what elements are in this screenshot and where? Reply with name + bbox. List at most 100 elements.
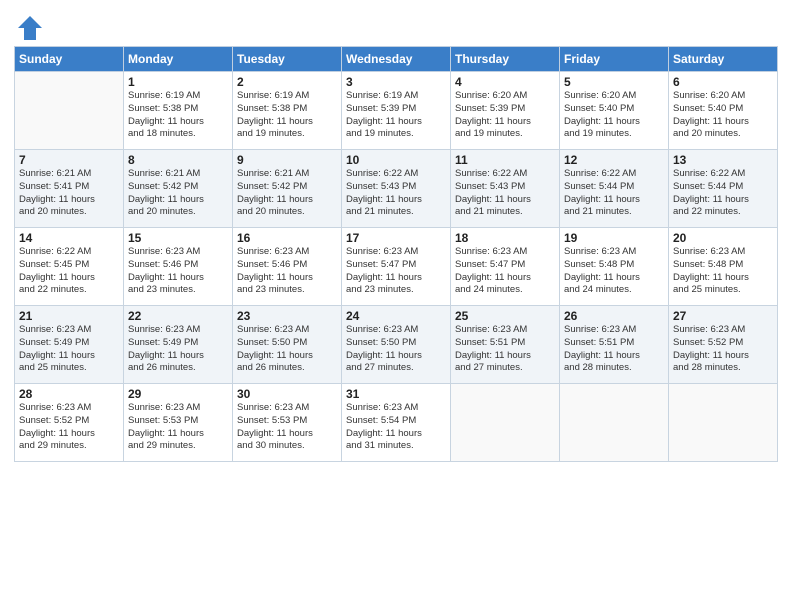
- day-info: Sunrise: 6:23 AM Sunset: 5:50 PM Dayligh…: [346, 324, 446, 375]
- calendar-cell: 4Sunrise: 6:20 AM Sunset: 5:39 PM Daylig…: [451, 72, 560, 150]
- calendar-cell: [451, 384, 560, 462]
- day-number: 26: [564, 309, 664, 323]
- day-info: Sunrise: 6:20 AM Sunset: 5:40 PM Dayligh…: [564, 90, 664, 141]
- page-container: SundayMondayTuesdayWednesdayThursdayFrid…: [0, 0, 792, 612]
- day-number: 10: [346, 153, 446, 167]
- day-info: Sunrise: 6:20 AM Sunset: 5:40 PM Dayligh…: [673, 90, 773, 141]
- day-number: 31: [346, 387, 446, 401]
- calendar-week-4: 21Sunrise: 6:23 AM Sunset: 5:49 PM Dayli…: [15, 306, 778, 384]
- header-cell-tuesday: Tuesday: [233, 47, 342, 72]
- calendar-week-2: 7Sunrise: 6:21 AM Sunset: 5:41 PM Daylig…: [15, 150, 778, 228]
- day-number: 18: [455, 231, 555, 245]
- day-info: Sunrise: 6:23 AM Sunset: 5:47 PM Dayligh…: [346, 246, 446, 297]
- day-number: 27: [673, 309, 773, 323]
- calendar-cell: 12Sunrise: 6:22 AM Sunset: 5:44 PM Dayli…: [560, 150, 669, 228]
- day-number: 2: [237, 75, 337, 89]
- calendar-cell: 19Sunrise: 6:23 AM Sunset: 5:48 PM Dayli…: [560, 228, 669, 306]
- day-info: Sunrise: 6:22 AM Sunset: 5:43 PM Dayligh…: [346, 168, 446, 219]
- day-number: 19: [564, 231, 664, 245]
- day-info: Sunrise: 6:23 AM Sunset: 5:51 PM Dayligh…: [455, 324, 555, 375]
- calendar-week-5: 28Sunrise: 6:23 AM Sunset: 5:52 PM Dayli…: [15, 384, 778, 462]
- calendar-cell: 21Sunrise: 6:23 AM Sunset: 5:49 PM Dayli…: [15, 306, 124, 384]
- header-cell-wednesday: Wednesday: [342, 47, 451, 72]
- day-number: 30: [237, 387, 337, 401]
- day-info: Sunrise: 6:22 AM Sunset: 5:45 PM Dayligh…: [19, 246, 119, 297]
- calendar-cell: 1Sunrise: 6:19 AM Sunset: 5:38 PM Daylig…: [124, 72, 233, 150]
- calendar-cell: 31Sunrise: 6:23 AM Sunset: 5:54 PM Dayli…: [342, 384, 451, 462]
- calendar-cell: [669, 384, 778, 462]
- day-number: 15: [128, 231, 228, 245]
- calendar-cell: 6Sunrise: 6:20 AM Sunset: 5:40 PM Daylig…: [669, 72, 778, 150]
- calendar-cell: 7Sunrise: 6:21 AM Sunset: 5:41 PM Daylig…: [15, 150, 124, 228]
- calendar-cell: 9Sunrise: 6:21 AM Sunset: 5:42 PM Daylig…: [233, 150, 342, 228]
- calendar-cell: 14Sunrise: 6:22 AM Sunset: 5:45 PM Dayli…: [15, 228, 124, 306]
- header-cell-thursday: Thursday: [451, 47, 560, 72]
- day-number: 20: [673, 231, 773, 245]
- day-number: 14: [19, 231, 119, 245]
- day-number: 3: [346, 75, 446, 89]
- calendar-cell: 11Sunrise: 6:22 AM Sunset: 5:43 PM Dayli…: [451, 150, 560, 228]
- day-info: Sunrise: 6:23 AM Sunset: 5:48 PM Dayligh…: [564, 246, 664, 297]
- day-number: 11: [455, 153, 555, 167]
- day-info: Sunrise: 6:19 AM Sunset: 5:38 PM Dayligh…: [128, 90, 228, 141]
- day-number: 29: [128, 387, 228, 401]
- header-cell-monday: Monday: [124, 47, 233, 72]
- day-info: Sunrise: 6:21 AM Sunset: 5:42 PM Dayligh…: [237, 168, 337, 219]
- day-number: 21: [19, 309, 119, 323]
- day-number: 16: [237, 231, 337, 245]
- calendar-cell: 23Sunrise: 6:23 AM Sunset: 5:50 PM Dayli…: [233, 306, 342, 384]
- day-info: Sunrise: 6:23 AM Sunset: 5:53 PM Dayligh…: [237, 402, 337, 453]
- day-info: Sunrise: 6:23 AM Sunset: 5:54 PM Dayligh…: [346, 402, 446, 453]
- day-info: Sunrise: 6:23 AM Sunset: 5:53 PM Dayligh…: [128, 402, 228, 453]
- day-info: Sunrise: 6:22 AM Sunset: 5:44 PM Dayligh…: [564, 168, 664, 219]
- day-info: Sunrise: 6:22 AM Sunset: 5:44 PM Dayligh…: [673, 168, 773, 219]
- calendar-body: 1Sunrise: 6:19 AM Sunset: 5:38 PM Daylig…: [15, 72, 778, 462]
- day-number: 22: [128, 309, 228, 323]
- calendar-cell: 27Sunrise: 6:23 AM Sunset: 5:52 PM Dayli…: [669, 306, 778, 384]
- day-info: Sunrise: 6:23 AM Sunset: 5:46 PM Dayligh…: [237, 246, 337, 297]
- calendar-cell: 2Sunrise: 6:19 AM Sunset: 5:38 PM Daylig…: [233, 72, 342, 150]
- calendar-cell: 24Sunrise: 6:23 AM Sunset: 5:50 PM Dayli…: [342, 306, 451, 384]
- calendar-cell: [560, 384, 669, 462]
- day-number: 4: [455, 75, 555, 89]
- calendar-cell: 18Sunrise: 6:23 AM Sunset: 5:47 PM Dayli…: [451, 228, 560, 306]
- day-info: Sunrise: 6:23 AM Sunset: 5:48 PM Dayligh…: [673, 246, 773, 297]
- day-info: Sunrise: 6:21 AM Sunset: 5:41 PM Dayligh…: [19, 168, 119, 219]
- calendar-cell: 16Sunrise: 6:23 AM Sunset: 5:46 PM Dayli…: [233, 228, 342, 306]
- header-cell-friday: Friday: [560, 47, 669, 72]
- day-number: 12: [564, 153, 664, 167]
- day-info: Sunrise: 6:23 AM Sunset: 5:49 PM Dayligh…: [19, 324, 119, 375]
- calendar-cell: 26Sunrise: 6:23 AM Sunset: 5:51 PM Dayli…: [560, 306, 669, 384]
- calendar-cell: 29Sunrise: 6:23 AM Sunset: 5:53 PM Dayli…: [124, 384, 233, 462]
- day-number: 13: [673, 153, 773, 167]
- calendar-cell: 28Sunrise: 6:23 AM Sunset: 5:52 PM Dayli…: [15, 384, 124, 462]
- day-number: 5: [564, 75, 664, 89]
- logo: [14, 14, 44, 42]
- calendar-week-3: 14Sunrise: 6:22 AM Sunset: 5:45 PM Dayli…: [15, 228, 778, 306]
- day-info: Sunrise: 6:19 AM Sunset: 5:38 PM Dayligh…: [237, 90, 337, 141]
- day-info: Sunrise: 6:20 AM Sunset: 5:39 PM Dayligh…: [455, 90, 555, 141]
- calendar-week-1: 1Sunrise: 6:19 AM Sunset: 5:38 PM Daylig…: [15, 72, 778, 150]
- day-number: 7: [19, 153, 119, 167]
- day-info: Sunrise: 6:23 AM Sunset: 5:46 PM Dayligh…: [128, 246, 228, 297]
- header-cell-sunday: Sunday: [15, 47, 124, 72]
- calendar-cell: 13Sunrise: 6:22 AM Sunset: 5:44 PM Dayli…: [669, 150, 778, 228]
- calendar-cell: 17Sunrise: 6:23 AM Sunset: 5:47 PM Dayli…: [342, 228, 451, 306]
- day-number: 6: [673, 75, 773, 89]
- calendar-header-row: SundayMondayTuesdayWednesdayThursdayFrid…: [15, 47, 778, 72]
- day-info: Sunrise: 6:23 AM Sunset: 5:51 PM Dayligh…: [564, 324, 664, 375]
- day-info: Sunrise: 6:23 AM Sunset: 5:52 PM Dayligh…: [19, 402, 119, 453]
- day-number: 9: [237, 153, 337, 167]
- day-number: 23: [237, 309, 337, 323]
- day-info: Sunrise: 6:22 AM Sunset: 5:43 PM Dayligh…: [455, 168, 555, 219]
- day-info: Sunrise: 6:21 AM Sunset: 5:42 PM Dayligh…: [128, 168, 228, 219]
- calendar-cell: 22Sunrise: 6:23 AM Sunset: 5:49 PM Dayli…: [124, 306, 233, 384]
- day-number: 28: [19, 387, 119, 401]
- calendar-cell: 15Sunrise: 6:23 AM Sunset: 5:46 PM Dayli…: [124, 228, 233, 306]
- day-number: 17: [346, 231, 446, 245]
- day-number: 25: [455, 309, 555, 323]
- calendar-table: SundayMondayTuesdayWednesdayThursdayFrid…: [14, 46, 778, 462]
- day-number: 1: [128, 75, 228, 89]
- calendar-cell: 5Sunrise: 6:20 AM Sunset: 5:40 PM Daylig…: [560, 72, 669, 150]
- day-info: Sunrise: 6:19 AM Sunset: 5:39 PM Dayligh…: [346, 90, 446, 141]
